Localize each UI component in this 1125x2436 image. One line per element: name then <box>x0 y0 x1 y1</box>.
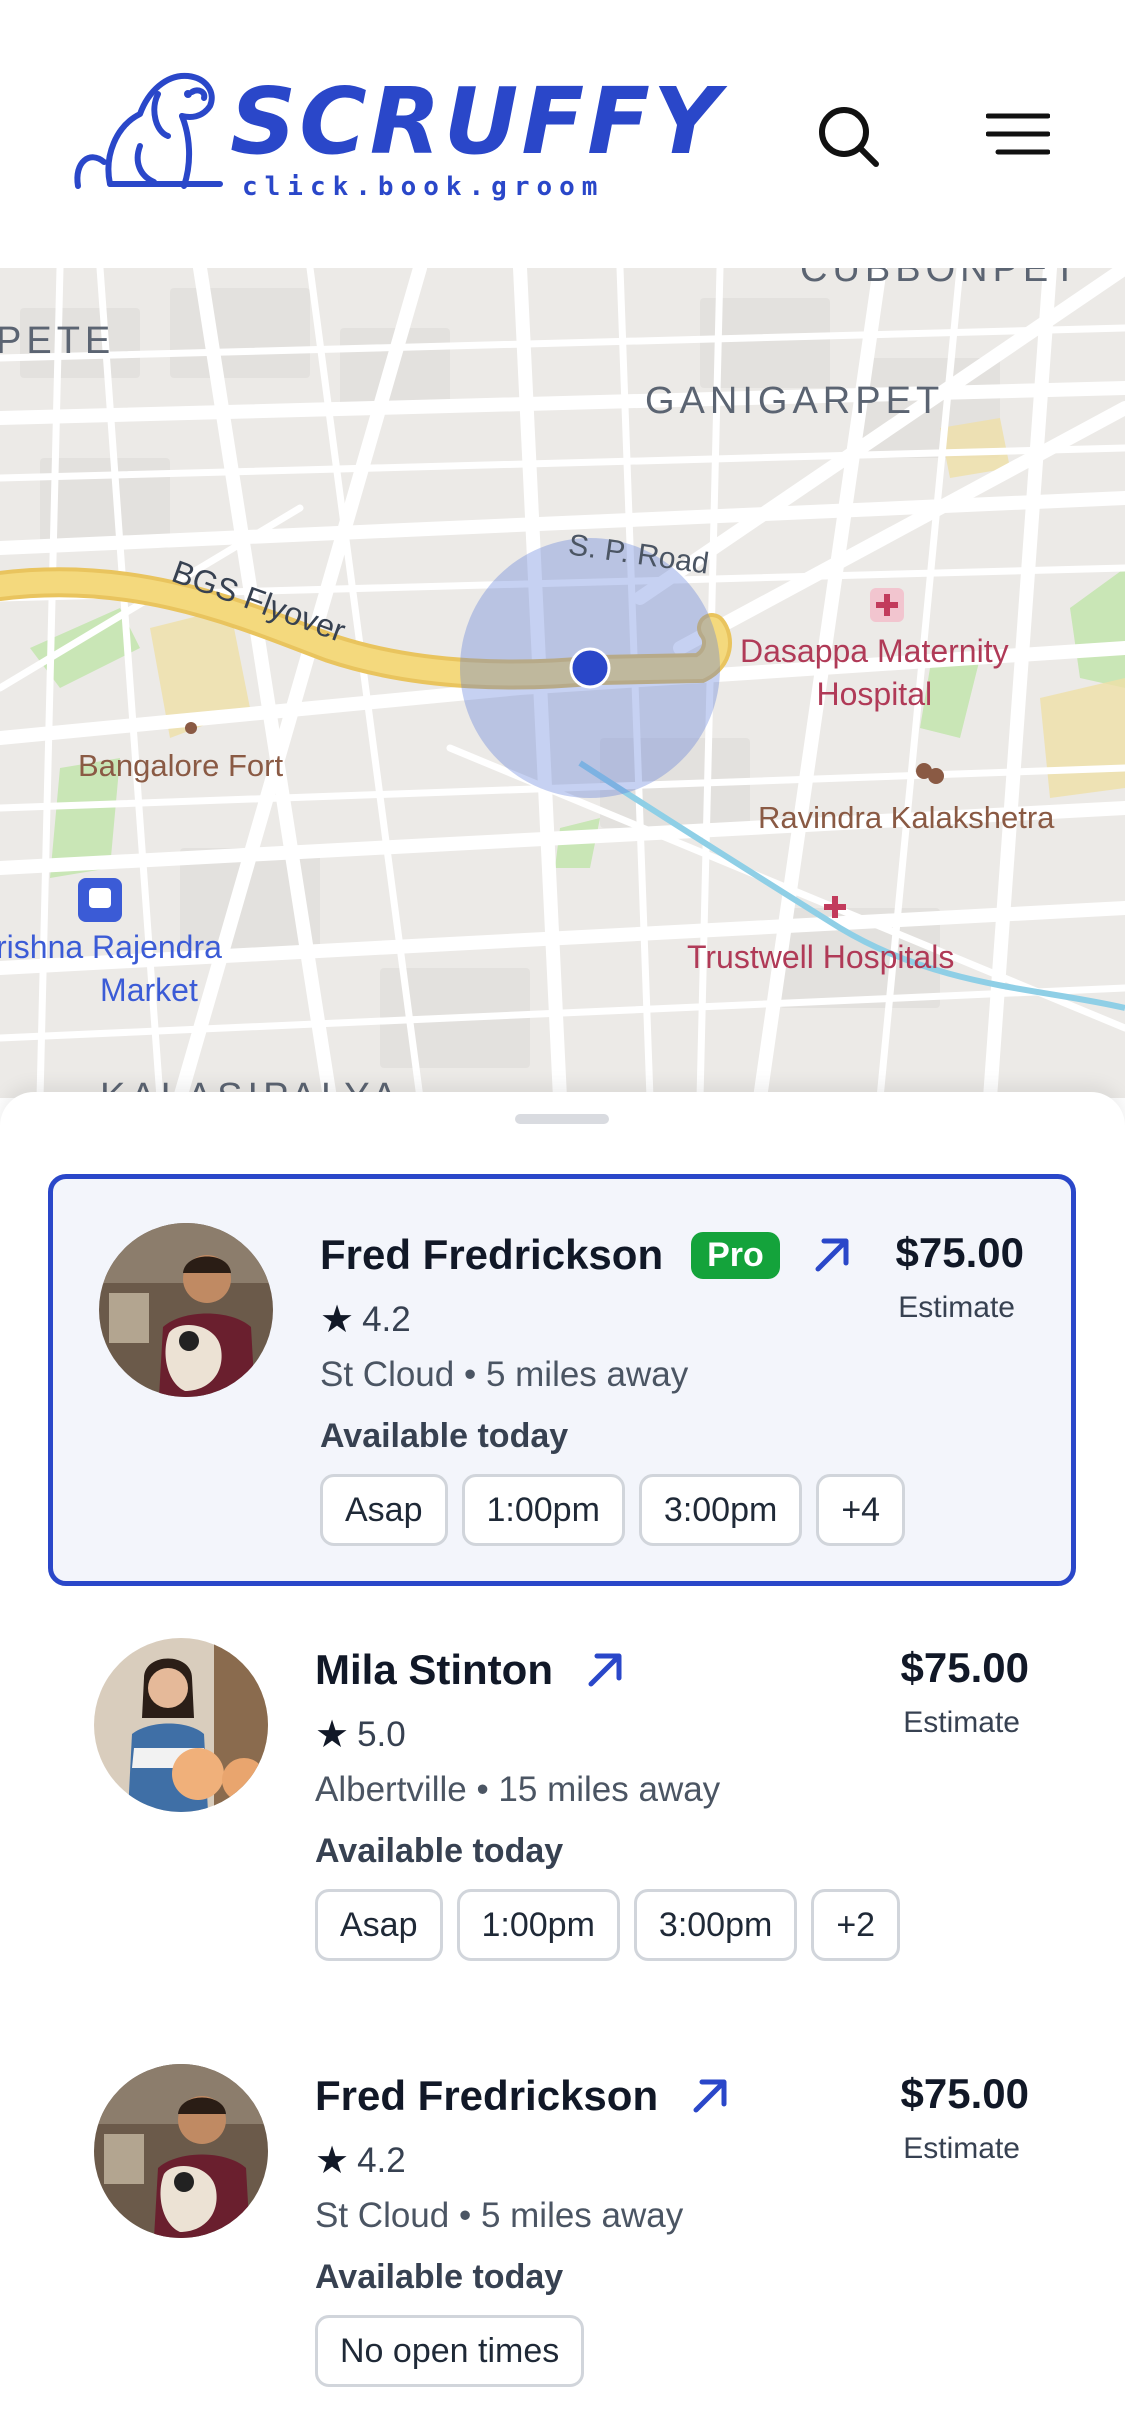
map-label-market: rishna Rajendra Market <box>0 929 222 1009</box>
arrow-up-right-icon[interactable] <box>583 1648 627 1692</box>
availability-label: Available today <box>315 1832 564 1870</box>
time-slots: No open times <box>315 2315 585 2387</box>
groomer-name: Fred Fredrickson <box>320 1231 664 1278</box>
groomer-name: Fred Fredrickson <box>315 2072 659 2119</box>
no-open-times-button[interactable]: No open times <box>315 2315 585 2387</box>
groomer-name-row: Fred Fredrickson Pro <box>320 1231 854 1279</box>
logo-tagline: click.book.groom <box>242 172 605 202</box>
star-icon: ★ <box>315 2140 350 2182</box>
dog-logo-icon <box>74 72 223 189</box>
availability-label: Available today <box>320 1417 569 1455</box>
map-label-pete: PETE <box>0 320 116 362</box>
groomer-card[interactable]: Mila Stinton $75.00 Estimate ★ 5.0 Alber… <box>48 1594 1076 2006</box>
rating-value: 4.2 <box>357 2140 406 2180</box>
groomer-rating: ★ 4.2 <box>315 2138 406 2183</box>
groomer-location: St Cloud • 5 miles away <box>320 1355 689 1394</box>
scruffy-logo[interactable]: SCRUFFY click.book.groom <box>70 66 720 206</box>
rating-value: 4.2 <box>362 1299 411 1339</box>
price-estimate-label: Estimate <box>903 2132 1020 2165</box>
groomer-price: $75.00 <box>900 1644 1029 1691</box>
groomer-location: Albertville • 15 miles away <box>315 1770 721 1809</box>
map-view[interactable]: CUBBONPET PETE GANIGARPET KALASIPALYA S.… <box>0 268 1125 1098</box>
time-slot-button[interactable]: 1:00pm <box>461 1474 625 1546</box>
groomer-rating: ★ 4.2 <box>320 1297 411 1342</box>
groomer-avatar <box>94 2064 268 2238</box>
availability-label: Available today <box>315 2258 564 2296</box>
arrow-up-right-icon[interactable] <box>688 2074 732 2118</box>
search-icon <box>819 107 879 167</box>
price-estimate-label: Estimate <box>903 1706 1020 1739</box>
groomer-rating: ★ 5.0 <box>315 1712 406 1757</box>
price-estimate-label: Estimate <box>898 1291 1015 1324</box>
time-slot-button[interactable]: 3:00pm <box>633 1889 798 1961</box>
groomer-name: Mila Stinton <box>315 1646 553 1693</box>
map-label-ravindra-kalakshetra: Ravindra Kalakshetra <box>758 800 1055 835</box>
groomer-card[interactable]: Fred Fredrickson Pro $75.00 Estimate ★ 4… <box>48 1174 1076 1586</box>
map-label-trustwell-hospitals: Trustwell Hospitals <box>687 939 955 975</box>
time-slots: Asap 1:00pm 3:00pm +2 <box>315 1889 901 1961</box>
groomer-price: $75.00 <box>895 1229 1024 1276</box>
map-label-dasappa-hospital: Dasappa Maternity Hospital <box>740 633 1009 713</box>
groomer-avatar <box>94 1638 268 1812</box>
time-slot-button[interactable]: Asap <box>315 1889 443 1961</box>
groomer-avatar <box>99 1223 273 1397</box>
map-label-ganigarpet: GANIGARPET <box>645 380 945 422</box>
time-slots: Asap 1:00pm 3:00pm +4 <box>320 1474 906 1546</box>
time-slot-button[interactable]: 3:00pm <box>638 1474 803 1546</box>
rating-value: 5.0 <box>357 1714 406 1754</box>
search-button[interactable] <box>808 96 888 176</box>
sheet-drag-handle[interactable] <box>515 1114 609 1124</box>
groomer-list-sheet: Fred Fredrickson Pro $75.00 Estimate ★ 4… <box>0 1092 1125 2436</box>
groomer-price: $75.00 <box>900 2070 1029 2117</box>
more-slots-button[interactable]: +4 <box>816 1474 906 1546</box>
map-label-bangalore-fort: Bangalore Fort <box>78 748 284 783</box>
star-icon: ★ <box>320 1299 355 1341</box>
app-header: SCRUFFY click.book.groom <box>0 0 1125 268</box>
more-slots-button[interactable]: +2 <box>811 1889 901 1961</box>
map-label-cubbonpet: CUBBONPET <box>800 268 1082 290</box>
groomer-name-row: Fred Fredrickson <box>315 2072 732 2120</box>
menu-icon <box>986 113 1050 155</box>
logo-wordmark: SCRUFFY <box>230 68 723 175</box>
star-icon: ★ <box>315 1714 350 1756</box>
pro-badge: Pro <box>691 1231 780 1279</box>
time-slot-button[interactable]: Asap <box>320 1474 448 1546</box>
time-slot-button[interactable]: 1:00pm <box>456 1889 620 1961</box>
groomer-card[interactable]: Fred Fredrickson $75.00 Estimate ★ 4.2 S… <box>48 2020 1076 2432</box>
groomer-name-row: Mila Stinton <box>315 1646 627 1694</box>
menu-button[interactable] <box>978 96 1058 176</box>
groomer-location: St Cloud • 5 miles away <box>315 2196 684 2235</box>
arrow-up-right-icon[interactable] <box>810 1233 854 1277</box>
